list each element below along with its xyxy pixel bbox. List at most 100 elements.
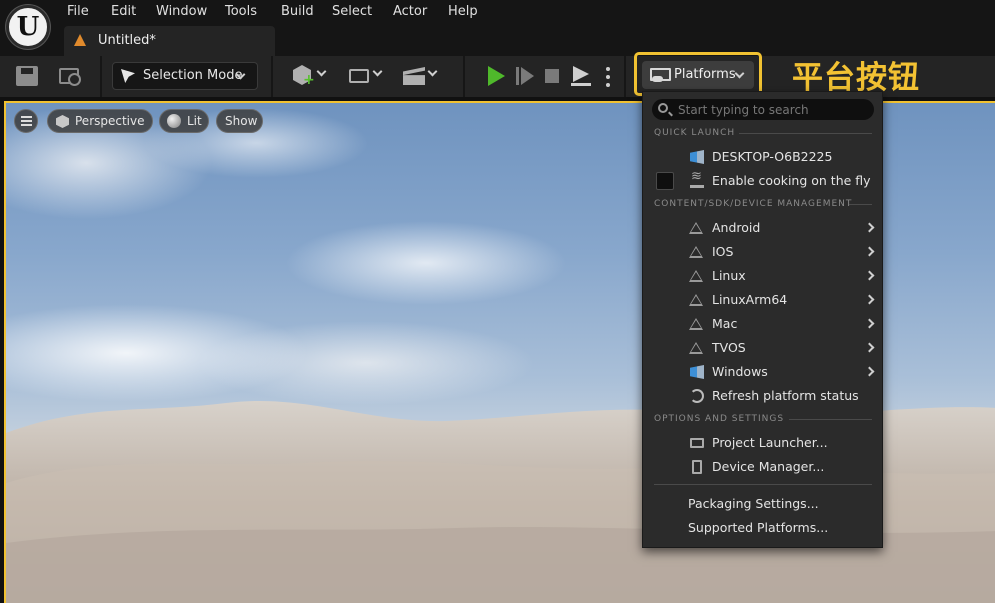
management-header: CONTENT/SDK/DEVICE MANAGEMENT	[654, 199, 853, 209]
device-manager-label: Device Manager...	[712, 459, 825, 474]
platforms-label: Platforms	[674, 67, 736, 82]
menu-item-tvos[interactable]: TVOS	[643, 336, 882, 360]
quick-launch-header: QUICK LAUNCH	[654, 128, 736, 138]
toolbar-divider	[624, 56, 626, 97]
play-icon[interactable]	[488, 66, 505, 86]
device-manager-icon	[692, 460, 702, 474]
skip-frame-icon[interactable]	[516, 67, 534, 85]
menu-search-input[interactable]	[678, 101, 868, 118]
warning-icon	[689, 342, 703, 354]
menu-item-windows[interactable]: Windows	[643, 360, 882, 384]
menu-search-box[interactable]	[652, 99, 874, 120]
menu-item-linux[interactable]: Linux	[643, 264, 882, 288]
lit-label: Lit	[187, 114, 202, 128]
menu-edit[interactable]: Edit	[111, 4, 136, 19]
chevron-right-icon	[864, 294, 875, 305]
more-options-icon[interactable]	[604, 66, 612, 88]
platform-label: LinuxArm64	[712, 292, 788, 307]
plus-icon: +	[303, 72, 315, 88]
menu-build[interactable]: Build	[281, 4, 314, 19]
viewport-options-button[interactable]	[14, 109, 38, 133]
cooking-label: Enable cooking on the fly	[712, 173, 871, 188]
menu-item-device[interactable]: DESKTOP-O6B2225	[643, 145, 882, 169]
device-name-label: DESKTOP-O6B2225	[712, 149, 833, 164]
menu-tools[interactable]: Tools	[225, 4, 257, 19]
warning-icon	[689, 318, 703, 330]
search-icon	[658, 103, 668, 113]
save-icon[interactable]	[16, 66, 38, 86]
stop-icon[interactable]	[545, 69, 559, 83]
lit-sphere-icon	[167, 114, 181, 128]
view-mode-button[interactable]: Lit	[159, 109, 209, 133]
perspective-label: Perspective	[75, 114, 145, 128]
refresh-icon	[690, 389, 704, 403]
platforms-icon	[650, 68, 671, 82]
menu-item-supported-platforms[interactable]: Supported Platforms...	[643, 516, 882, 540]
menu-select[interactable]: Select	[332, 4, 372, 19]
eject-icon[interactable]	[571, 66, 591, 86]
blueprint-icon[interactable]	[349, 69, 369, 83]
show-button[interactable]: Show	[216, 109, 263, 133]
windows-icon	[690, 365, 704, 379]
chevron-right-icon	[864, 366, 875, 377]
options-header: OPTIONS AND SETTINGS	[654, 414, 785, 424]
unreal-logo[interactable]: U	[6, 5, 50, 49]
cooking-icon	[690, 169, 704, 188]
refresh-label: Refresh platform status	[712, 388, 859, 403]
platform-label: Linux	[712, 268, 746, 283]
menu-file[interactable]: File	[67, 4, 89, 19]
menu-item-linuxarm64[interactable]: LinuxArm64	[643, 288, 882, 312]
platform-label: Mac	[712, 316, 738, 331]
menu-item-enable-cooking[interactable]: Enable cooking on the fly	[643, 169, 882, 193]
selection-mode-label: Selection Mode	[143, 68, 243, 83]
packaging-settings-label: Packaging Settings...	[688, 496, 819, 511]
toolbar-divider	[271, 56, 273, 97]
platform-label: TVOS	[712, 340, 746, 355]
chevron-right-icon	[864, 222, 875, 233]
platform-label: Windows	[712, 364, 768, 379]
section-divider	[849, 204, 872, 205]
menu-item-ios[interactable]: IOS	[643, 240, 882, 264]
chevron-down-icon[interactable]	[427, 66, 438, 77]
content-browser-icon[interactable]	[59, 68, 81, 86]
document-tab-label: Untitled*	[98, 33, 156, 48]
chevron-down-icon[interactable]	[372, 66, 383, 77]
cinematics-icon[interactable]	[403, 67, 425, 85]
menu-window[interactable]: Window	[156, 4, 207, 19]
menu-item-mac[interactable]: Mac	[643, 312, 882, 336]
chevron-down-icon[interactable]	[316, 66, 327, 77]
platforms-button[interactable]: Platforms	[642, 61, 754, 89]
windows-icon	[690, 150, 704, 164]
toolbar-divider	[100, 56, 102, 97]
level-icon	[74, 34, 86, 46]
menu-item-packaging-settings[interactable]: Packaging Settings...	[643, 492, 882, 516]
supported-platforms-label: Supported Platforms...	[688, 520, 829, 535]
menu-bar: U File Edit Window Tools Build Select Ac…	[0, 0, 995, 56]
warning-icon	[689, 294, 703, 306]
platforms-menu: QUICK LAUNCH DESKTOP-O6B2225 Enable cook…	[642, 91, 883, 548]
cursor-icon	[121, 69, 135, 83]
section-divider	[739, 133, 872, 134]
chevron-right-icon	[864, 318, 875, 329]
selection-mode-dropdown[interactable]: Selection Mode	[112, 62, 258, 90]
perspective-button[interactable]: Perspective	[47, 109, 153, 133]
cooking-checkbox[interactable]	[656, 172, 674, 190]
platform-label: Android	[712, 220, 761, 235]
chevron-right-icon	[864, 342, 875, 353]
document-tab[interactable]: Untitled*	[64, 26, 275, 56]
toolbar-divider	[463, 56, 465, 97]
menu-help[interactable]: Help	[448, 4, 478, 19]
show-label: Show	[225, 114, 258, 128]
section-divider	[789, 419, 872, 420]
warning-icon	[689, 270, 703, 282]
menu-item-android[interactable]: Android	[643, 216, 882, 240]
platform-label: IOS	[712, 244, 734, 259]
chevron-down-icon	[734, 68, 745, 79]
warning-icon	[689, 222, 703, 234]
menu-item-refresh-status[interactable]: Refresh platform status	[643, 384, 882, 408]
warning-icon	[689, 246, 703, 258]
project-launcher-icon	[690, 438, 704, 448]
menu-item-project-launcher[interactable]: Project Launcher...	[643, 431, 882, 455]
menu-item-device-manager[interactable]: Device Manager...	[643, 455, 882, 479]
menu-actor[interactable]: Actor	[393, 4, 427, 19]
